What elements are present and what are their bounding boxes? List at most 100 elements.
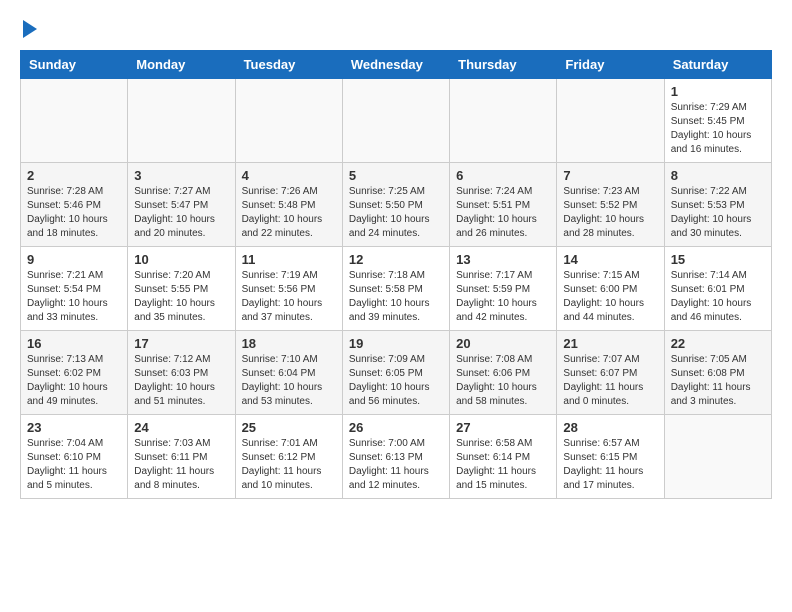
calendar-cell [235,79,342,163]
calendar-week-5: 23 Sunrise: 7:04 AM Sunset: 6:10 PM Dayli… [21,415,772,499]
day-info: Sunrise: 7:19 AM Sunset: 5:56 PM Dayligh… [242,269,336,325]
calendar-week-2: 2 Sunrise: 7:28 AM Sunset: 5:46 PM Daylig… [21,163,772,247]
day-number: 1 [671,84,765,99]
day-number: 9 [27,252,121,267]
calendar-cell: 27 Sunrise: 6:58 AM Sunset: 6:14 PM Dayli… [450,415,557,499]
calendar-cell: 12 Sunrise: 7:18 AM Sunset: 5:58 PM Dayli… [342,247,449,331]
calendar-cell: 8Sunrise: 7:22 AM Sunset: 5:53 PM Daylig… [664,163,771,247]
calendar-week-4: 16Sunrise: 7:13 AM Sunset: 6:02 PM Dayli… [21,331,772,415]
calendar-cell: 18 Sunrise: 7:10 AM Sunset: 6:04 PM Dayli… [235,331,342,415]
day-number: 13 [456,252,550,267]
day-info: Sunrise: 7:28 AM Sunset: 5:46 PM Dayligh… [27,185,121,241]
day-info: Sunrise: 7:07 AM Sunset: 6:07 PM Dayligh… [563,353,657,409]
calendar-cell: 21 Sunrise: 7:07 AM Sunset: 6:07 PM Dayli… [557,331,664,415]
day-info: Sunrise: 7:05 AM Sunset: 6:08 PM Dayligh… [671,353,765,409]
day-info: Sunrise: 7:14 AM Sunset: 6:01 PM Dayligh… [671,269,765,325]
day-number: 22 [671,336,765,351]
day-info: Sunrise: 7:23 AM Sunset: 5:52 PM Dayligh… [563,185,657,241]
calendar: SundayMondayTuesdayWednesdayThursdayFrid… [20,50,772,499]
day-info: Sunrise: 7:09 AM Sunset: 6:05 PM Dayligh… [349,353,443,409]
calendar-cell: 1 Sunrise: 7:29 AM Sunset: 5:45 PM Daylig… [664,79,771,163]
calendar-cell: 10 Sunrise: 7:20 AM Sunset: 5:55 PM Dayli… [128,247,235,331]
day-number: 10 [134,252,228,267]
calendar-cell: 22 Sunrise: 7:05 AM Sunset: 6:08 PM Dayli… [664,331,771,415]
calendar-cell: 24Sunrise: 7:03 AM Sunset: 6:11 PM Dayli… [128,415,235,499]
calendar-cell: 11 Sunrise: 7:19 AM Sunset: 5:56 PM Dayli… [235,247,342,331]
calendar-cell: 2 Sunrise: 7:28 AM Sunset: 5:46 PM Daylig… [21,163,128,247]
day-info: Sunrise: 7:08 AM Sunset: 6:06 PM Dayligh… [456,353,550,409]
calendar-cell: 14 Sunrise: 7:15 AM Sunset: 6:00 PM Dayli… [557,247,664,331]
calendar-cell: 3Sunrise: 7:27 AM Sunset: 5:47 PM Daylig… [128,163,235,247]
calendar-cell [450,79,557,163]
calendar-header-wednesday: Wednesday [342,51,449,79]
day-number: 6 [456,168,550,183]
day-info: Sunrise: 7:01 AM Sunset: 6:12 PM Dayligh… [242,437,336,493]
day-number: 27 [456,420,550,435]
day-info: Sunrise: 7:20 AM Sunset: 5:55 PM Dayligh… [134,269,228,325]
day-number: 12 [349,252,443,267]
calendar-header-row: SundayMondayTuesdayWednesdayThursdayFrid… [21,51,772,79]
day-number: 16 [27,336,121,351]
calendar-cell: 17Sunrise: 7:12 AM Sunset: 6:03 PM Dayli… [128,331,235,415]
day-number: 20 [456,336,550,351]
day-info: Sunrise: 7:25 AM Sunset: 5:50 PM Dayligh… [349,185,443,241]
day-number: 19 [349,336,443,351]
calendar-cell [664,415,771,499]
day-number: 17 [134,336,228,351]
logo [20,20,37,38]
day-info: Sunrise: 7:03 AM Sunset: 6:11 PM Dayligh… [134,437,228,493]
day-info: Sunrise: 7:26 AM Sunset: 5:48 PM Dayligh… [242,185,336,241]
day-number: 28 [563,420,657,435]
day-info: Sunrise: 7:10 AM Sunset: 6:04 PM Dayligh… [242,353,336,409]
page: SundayMondayTuesdayWednesdayThursdayFrid… [0,0,792,519]
calendar-week-3: 9 Sunrise: 7:21 AM Sunset: 5:54 PM Daylig… [21,247,772,331]
day-number: 25 [242,420,336,435]
day-info: Sunrise: 7:27 AM Sunset: 5:47 PM Dayligh… [134,185,228,241]
day-number: 15 [671,252,765,267]
calendar-cell: 19 Sunrise: 7:09 AM Sunset: 6:05 PM Dayli… [342,331,449,415]
calendar-header-saturday: Saturday [664,51,771,79]
day-number: 26 [349,420,443,435]
day-number: 18 [242,336,336,351]
calendar-cell [342,79,449,163]
logo-line1 [20,20,37,38]
header [20,20,772,38]
calendar-cell: 9 Sunrise: 7:21 AM Sunset: 5:54 PM Daylig… [21,247,128,331]
day-number: 2 [27,168,121,183]
calendar-cell: 26 Sunrise: 7:00 AM Sunset: 6:13 PM Dayli… [342,415,449,499]
calendar-cell: 20 Sunrise: 7:08 AM Sunset: 6:06 PM Dayli… [450,331,557,415]
calendar-header-monday: Monday [128,51,235,79]
calendar-header-sunday: Sunday [21,51,128,79]
day-info: Sunrise: 7:29 AM Sunset: 5:45 PM Dayligh… [671,101,765,157]
calendar-cell: 7 Sunrise: 7:23 AM Sunset: 5:52 PM Daylig… [557,163,664,247]
day-number: 14 [563,252,657,267]
calendar-week-1: 1 Sunrise: 7:29 AM Sunset: 5:45 PM Daylig… [21,79,772,163]
calendar-cell [557,79,664,163]
day-info: Sunrise: 7:00 AM Sunset: 6:13 PM Dayligh… [349,437,443,493]
day-info: Sunrise: 7:04 AM Sunset: 6:10 PM Dayligh… [27,437,121,493]
calendar-cell: 28 Sunrise: 6:57 AM Sunset: 6:15 PM Dayli… [557,415,664,499]
day-number: 4 [242,168,336,183]
calendar-cell [21,79,128,163]
day-number: 7 [563,168,657,183]
day-number: 11 [242,252,336,267]
day-info: Sunrise: 7:21 AM Sunset: 5:54 PM Dayligh… [27,269,121,325]
day-info: Sunrise: 7:24 AM Sunset: 5:51 PM Dayligh… [456,185,550,241]
day-number: 8 [671,168,765,183]
day-number: 21 [563,336,657,351]
calendar-cell [128,79,235,163]
calendar-cell: 6 Sunrise: 7:24 AM Sunset: 5:51 PM Daylig… [450,163,557,247]
calendar-cell: 23 Sunrise: 7:04 AM Sunset: 6:10 PM Dayli… [21,415,128,499]
day-number: 23 [27,420,121,435]
calendar-cell: 15 Sunrise: 7:14 AM Sunset: 6:01 PM Dayli… [664,247,771,331]
calendar-header-friday: Friday [557,51,664,79]
day-info: Sunrise: 7:18 AM Sunset: 5:58 PM Dayligh… [349,269,443,325]
day-info: Sunrise: 6:58 AM Sunset: 6:14 PM Dayligh… [456,437,550,493]
day-info: Sunrise: 6:57 AM Sunset: 6:15 PM Dayligh… [563,437,657,493]
day-info: Sunrise: 7:15 AM Sunset: 6:00 PM Dayligh… [563,269,657,325]
calendar-header-tuesday: Tuesday [235,51,342,79]
day-info: Sunrise: 7:17 AM Sunset: 5:59 PM Dayligh… [456,269,550,325]
calendar-cell: 16Sunrise: 7:13 AM Sunset: 6:02 PM Dayli… [21,331,128,415]
calendar-cell: 5Sunrise: 7:25 AM Sunset: 5:50 PM Daylig… [342,163,449,247]
logo-arrow-icon [23,20,37,38]
